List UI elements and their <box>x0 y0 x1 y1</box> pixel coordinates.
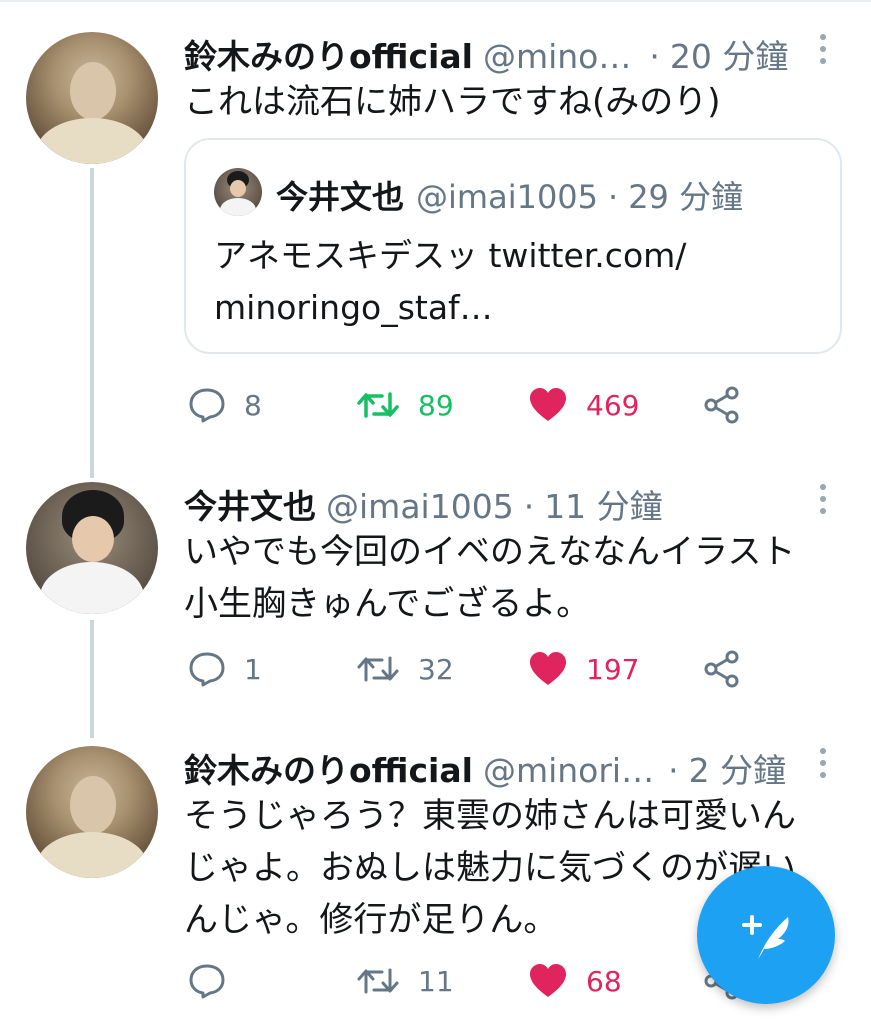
avatar-face <box>70 62 116 120</box>
more-vertical-icon[interactable] <box>820 34 828 70</box>
quoted-author-name: 今井文也 <box>276 178 405 216</box>
author-name[interactable]: 鈴木みのりofficial <box>184 30 473 78</box>
like-count: 68 <box>586 964 622 998</box>
thread-line <box>90 620 94 738</box>
reply-icon <box>189 652 225 687</box>
retweet-count: 89 <box>418 388 454 422</box>
share-icon <box>704 386 739 424</box>
author-handle[interactable]: @imai1005 <box>326 487 514 526</box>
retweet-count: 32 <box>418 652 454 686</box>
separator-dot: · <box>668 751 679 790</box>
more-vertical-icon[interactable] <box>820 748 828 784</box>
separator-dot: · <box>608 178 619 216</box>
heart-icon <box>530 964 566 997</box>
tweet-text-line: じゃよ。おぬしは魅力に気づくのが遅い <box>184 848 796 888</box>
reply-count: 8 <box>244 388 262 422</box>
avatar[interactable] <box>26 482 158 614</box>
tweet-text-line: いやでも今回のイベのえななんイラスト <box>184 532 796 572</box>
like-button[interactable]: 68 <box>528 956 622 1006</box>
heart-icon <box>530 652 566 685</box>
tweet-time[interactable]: 20 分鐘 <box>670 30 788 78</box>
tweet-actions: 11 68 <box>184 956 784 1006</box>
tweet-actions: 1 32 197 <box>184 644 784 694</box>
retweet-icon <box>357 392 399 418</box>
quoted-text-line: minoringo_staf… <box>214 288 493 327</box>
heart-icon <box>530 388 566 421</box>
tweet-header: 今井文也 @imai1005 · 11 分鐘 <box>184 480 663 526</box>
quoted-text-line: アネモスキデスッ twitter.com/ <box>214 236 687 275</box>
tweet-text: いやでも今回のイベのえななんイラスト 小生胸きゅんでござるよ。 <box>184 526 795 630</box>
avatar[interactable] <box>26 32 158 164</box>
tweet-header: 鈴木みのりofficial @minori… · 2 分鐘 <box>184 744 786 790</box>
share-button[interactable] <box>702 380 742 430</box>
top-divider <box>0 0 871 2</box>
tweet-text-line: 小生胸きゅんでござるよ。 <box>184 584 591 624</box>
avatar-body <box>36 118 148 164</box>
tweet-header: 鈴木みのりofficial @mino… · 20 分鐘 <box>184 30 788 76</box>
compose-tweet-icon <box>742 915 789 959</box>
author-name[interactable]: 鈴木みのりofficial <box>184 744 473 792</box>
avatar-shirt <box>40 562 144 614</box>
quoted-tweet-text: アネモスキデスッ twitter.com/ minoringo_staf… <box>214 230 686 334</box>
more-vertical-icon[interactable] <box>820 484 828 520</box>
thread-line <box>90 168 94 478</box>
retweet-button[interactable]: 32 <box>356 644 454 694</box>
avatar-face <box>70 776 116 834</box>
like-count: 469 <box>586 388 640 422</box>
reply-button[interactable] <box>188 956 244 1006</box>
author-name[interactable]: 今井文也 <box>184 480 316 528</box>
avatar[interactable] <box>26 746 158 878</box>
reply-button[interactable]: 1 <box>188 644 262 694</box>
retweet-button[interactable]: 89 <box>356 380 454 430</box>
quoted-avatar <box>214 168 262 216</box>
quoted-tweet-card[interactable]: 今井文也 @imai1005 · 29 分鐘 アネモスキデスッ twitter.… <box>184 138 842 354</box>
author-handle[interactable]: @mino… <box>483 37 631 76</box>
share-icon <box>704 650 739 688</box>
reply-icon <box>189 964 225 999</box>
tweet-time[interactable]: 2 分鐘 <box>689 744 787 792</box>
quoted-tweet-header: 今井文也 @imai1005 · 29 分鐘 <box>276 172 743 218</box>
tweet-text-line: そうじゃろう？東雲の姉さんは可愛いん <box>184 796 796 836</box>
reply-button[interactable]: 8 <box>188 380 262 430</box>
avatar-body <box>36 832 148 878</box>
separator-dot: · <box>523 487 535 526</box>
separator-dot: · <box>649 37 660 76</box>
quoted-author-handle: @imai1005 <box>416 178 599 216</box>
avatar-face <box>72 516 114 562</box>
retweet-icon <box>357 968 399 994</box>
like-count: 197 <box>586 652 640 686</box>
retweet-button[interactable]: 11 <box>356 956 454 1006</box>
compose-tweet-button[interactable] <box>697 866 835 1004</box>
like-button[interactable]: 469 <box>528 380 639 430</box>
author-handle[interactable]: @minori… <box>483 751 654 790</box>
retweet-count: 11 <box>418 964 454 998</box>
tweet-time[interactable]: 11 分鐘 <box>544 480 662 528</box>
reply-icon <box>189 388 225 423</box>
share-button[interactable] <box>702 644 742 694</box>
tweet-text: これは流石に姉ハラですね(みのり) <box>184 82 721 122</box>
quoted-tweet-time: 29 分鐘 <box>628 178 744 216</box>
tweet-actions: 8 89 469 <box>184 380 784 430</box>
reply-count: 1 <box>244 652 262 686</box>
retweet-icon <box>357 656 399 682</box>
like-button[interactable]: 197 <box>528 644 639 694</box>
